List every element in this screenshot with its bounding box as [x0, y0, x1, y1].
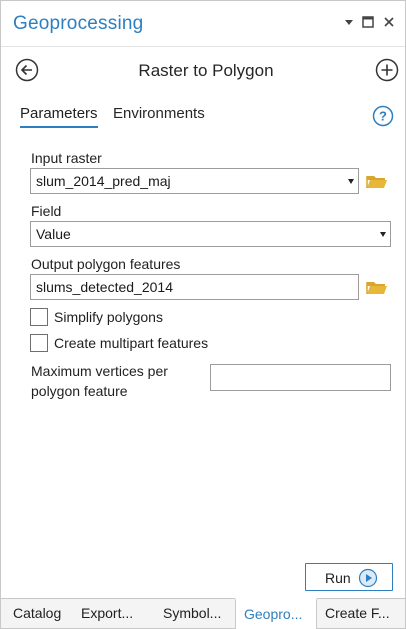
dock-tab-symbology[interactable]: Symbol... [163, 599, 233, 628]
multipart-features-checkbox[interactable] [30, 334, 48, 352]
chevron-down-icon [380, 232, 386, 237]
output-features-label: Output polygon features [31, 256, 181, 272]
geoprocessing-pane: Geoprocessing Raster to Polygon Paramete… [0, 0, 406, 629]
input-raster-dropdown[interactable]: slum_2014_pred_maj [30, 168, 359, 194]
simplify-polygons-label: Simplify polygons [54, 309, 163, 325]
play-icon [358, 568, 378, 588]
output-features-value: slums_detected_2014 [36, 279, 173, 295]
dock-tab-export[interactable]: Export... [81, 599, 147, 628]
simplify-polygons-checkbox[interactable] [30, 308, 48, 326]
field-value: Value [36, 226, 71, 242]
maximize-icon[interactable] [360, 14, 376, 30]
output-features-input[interactable]: slums_detected_2014 [30, 274, 359, 300]
input-raster-label: Input raster [31, 150, 102, 166]
help-icon[interactable]: ? [372, 105, 394, 127]
tab-parameters[interactable]: Parameters [20, 105, 98, 128]
dock-tab-strip: Catalog Export... Symbol... Geopro... Cr… [1, 598, 405, 629]
svg-text:?: ? [379, 109, 387, 124]
dock-tab-geoprocessing[interactable]: Geopro... [235, 598, 317, 629]
folder-icon[interactable] [366, 172, 388, 190]
close-icon[interactable] [381, 14, 397, 30]
folder-icon[interactable] [366, 278, 388, 296]
run-button-label: Run [325, 570, 351, 586]
run-button[interactable]: Run [305, 563, 393, 591]
max-vertices-label: Maximum vertices per polygon feature [31, 363, 168, 399]
pane-title-bar: Geoprocessing [1, 1, 405, 47]
pane-options-dropdown-icon[interactable] [341, 14, 357, 30]
dock-tab-catalog[interactable]: Catalog [13, 599, 73, 628]
tab-environments[interactable]: Environments [113, 105, 205, 126]
input-raster-value: slum_2014_pred_maj [36, 173, 171, 189]
pane-title: Geoprocessing [13, 13, 144, 34]
chevron-down-icon [348, 179, 354, 184]
field-dropdown[interactable]: Value [30, 221, 391, 247]
simplify-polygons-option[interactable]: Simplify polygons [30, 308, 270, 328]
max-vertices-input[interactable] [210, 364, 391, 391]
field-label: Field [31, 203, 62, 219]
tool-title: Raster to Polygon [138, 61, 274, 80]
dock-tab-create-features[interactable]: Create F... [325, 599, 403, 628]
back-arrow-icon[interactable] [15, 58, 39, 82]
multipart-features-option[interactable]: Create multipart features [30, 334, 270, 354]
multipart-features-label: Create multipart features [54, 335, 209, 351]
add-icon[interactable] [375, 58, 399, 82]
